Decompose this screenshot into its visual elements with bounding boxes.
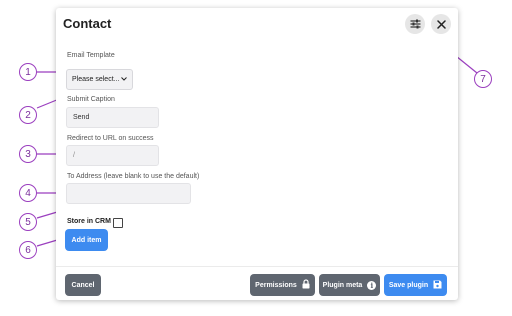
close-button[interactable]	[431, 14, 451, 34]
sliders-icon	[410, 19, 421, 29]
store-in-crm-label: Store in CRM	[67, 218, 111, 225]
info-icon: i	[367, 280, 377, 290]
chevron-down-icon	[121, 76, 127, 83]
email-template-value: Please select...	[72, 76, 120, 83]
callout-2: 2	[19, 106, 37, 124]
plugin-dialog: Contact Email Template Please select... …	[56, 8, 458, 300]
callout-7: 7	[474, 70, 492, 88]
callout-3: 3	[19, 145, 37, 163]
lock-icon	[302, 279, 310, 291]
permissions-label: Permissions	[255, 281, 297, 289]
email-template-select[interactable]: Please select...	[66, 69, 133, 90]
submit-caption-input[interactable]: Send	[66, 107, 159, 128]
submit-caption-label: Submit Caption	[67, 96, 115, 103]
submit-caption-value: Send	[73, 114, 90, 121]
save-plugin-button[interactable]: Save plugin	[384, 274, 447, 296]
plugin-meta-label: Plugin meta	[322, 281, 363, 289]
redirect-url-label: Redirect to URL on success	[67, 135, 154, 142]
plugin-meta-button[interactable]: Plugin meta i	[319, 274, 380, 296]
floppy-disk-icon	[433, 280, 442, 291]
callout-1: 1	[19, 63, 37, 81]
dialog-title: Contact	[63, 16, 112, 31]
redirect-url-placeholder: /	[73, 152, 75, 159]
add-item-label: Add item	[71, 236, 102, 244]
to-address-input[interactable]	[66, 183, 191, 204]
to-address-label: To Address (leave blank to use the defau…	[67, 173, 200, 180]
cancel-button[interactable]: Cancel	[65, 274, 101, 296]
permissions-button[interactable]: Permissions	[250, 274, 315, 296]
add-item-button[interactable]: Add item	[65, 229, 108, 251]
footer-divider	[56, 266, 458, 267]
settings-button[interactable]	[405, 14, 425, 34]
callout-5: 5	[19, 213, 37, 231]
close-icon	[436, 19, 446, 29]
redirect-url-input[interactable]: /	[66, 145, 159, 166]
cancel-label: Cancel	[71, 281, 95, 289]
email-template-label: Email Template	[67, 52, 115, 59]
callout-4: 4	[19, 184, 37, 202]
callout-6: 6	[19, 241, 37, 259]
store-in-crm-checkbox[interactable]	[113, 218, 123, 228]
save-plugin-label: Save plugin	[388, 281, 429, 289]
